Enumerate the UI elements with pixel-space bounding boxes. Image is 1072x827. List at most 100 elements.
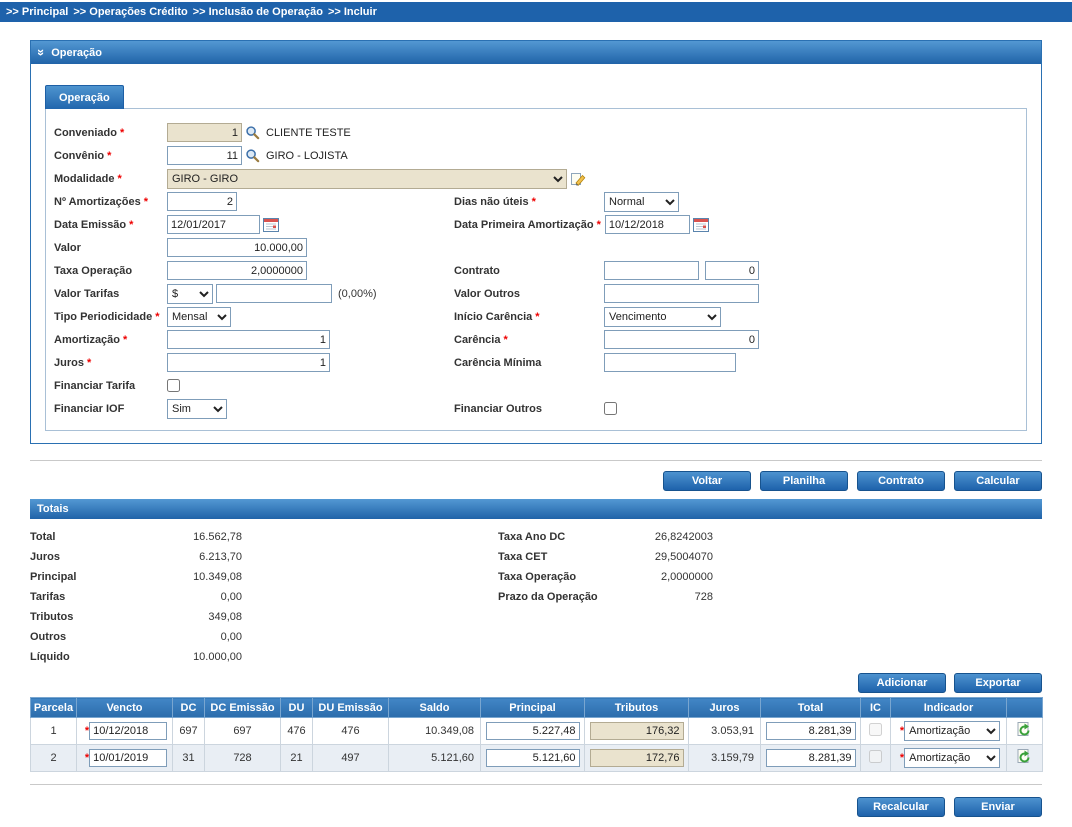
totals-label: Total [30, 531, 56, 543]
planilha-button[interactable]: Planilha [760, 471, 848, 491]
col-header-du: DU [280, 697, 313, 718]
conveniado-label: Conveniado [54, 126, 117, 139]
data-emissao-input[interactable] [167, 215, 260, 234]
data-emissao-calendar-icon[interactable] [263, 217, 279, 232]
required-marker: * [596, 218, 601, 231]
modalidade-select[interactable]: GIRO - GIRO [167, 168, 567, 189]
dias-nao-uteis-select[interactable]: Normal [604, 191, 679, 212]
valor-label: Valor [54, 241, 81, 254]
totals-value: 728 [694, 591, 713, 603]
required-marker: * [503, 333, 508, 346]
indicador-select[interactable]: Amortização [904, 748, 1001, 768]
row-recalculate-icon[interactable] [1016, 721, 1033, 738]
taxa-operacao-input[interactable] [167, 261, 307, 280]
valor-outros-input[interactable] [604, 284, 759, 303]
financiar-outros-checkbox[interactable] [604, 402, 617, 415]
breadcrumb: >> Principal >> Operações Crédito >> Inc… [0, 2, 1072, 22]
valor-tarifas-input[interactable] [216, 284, 332, 303]
inicio-carencia-select[interactable]: Vencimento [604, 306, 721, 327]
amortizacao-input[interactable] [167, 330, 330, 349]
valor-input[interactable] [167, 238, 307, 257]
financiar-iof-select[interactable]: Sim [167, 398, 227, 419]
col-header-indicador: Indicador [890, 697, 1007, 718]
conveniado-input [167, 123, 242, 142]
contrato-input-1[interactable] [604, 261, 699, 280]
du-emissao-cell: 476 [312, 717, 389, 745]
divider [30, 460, 1042, 461]
operacao-form: Conveniado* CLIENTE TESTE Convênio* [45, 108, 1027, 431]
footer-actions: Recalcular Enviar [30, 797, 1042, 817]
enviar-button[interactable]: Enviar [954, 797, 1042, 817]
row-amortizacao-carencia: Amortização* Carência* [54, 328, 1018, 351]
juros-cell: 3.053,91 [688, 717, 761, 745]
carencia-minima-label: Carência Mínima [454, 356, 542, 369]
carencia-label: Carência [454, 333, 501, 346]
breadcrumb-item-inclusao-de-operacao[interactable]: >> Inclusão de Operação [193, 6, 323, 18]
contrato-button[interactable]: Contrato [857, 471, 945, 491]
valor-outros-label: Valor Outros [454, 287, 521, 300]
carencia-minima-input[interactable] [604, 353, 736, 372]
row-amortizacoes-dias: Nº Amortizações* Dias não úteis* Normal [54, 190, 1018, 213]
contrato-input-2[interactable] [705, 261, 759, 280]
modalidade-edit-icon[interactable] [570, 171, 586, 187]
total-input[interactable] [765, 749, 856, 767]
voltar-button[interactable]: Voltar [663, 471, 751, 491]
juros-input[interactable] [167, 353, 330, 372]
required-marker: * [119, 126, 125, 139]
parcela-cell: 1 [30, 717, 77, 745]
indicador-select[interactable]: Amortização [904, 721, 1001, 741]
financiar-tarifa-checkbox[interactable] [167, 379, 180, 392]
recalcular-button[interactable]: Recalcular [857, 797, 945, 817]
tipo-periodicidade-select[interactable]: Mensal [167, 306, 231, 327]
panel-header: » Operação [31, 41, 1041, 64]
collapse-icon[interactable]: » [34, 49, 49, 56]
col-header-vencto: Vencto [76, 697, 173, 718]
row-financiar-iof-outros: Financiar IOF Sim Financiar Outros [54, 397, 1018, 420]
vencto-input[interactable] [89, 749, 168, 767]
valor-tarifas-currency-select[interactable]: $ [167, 283, 213, 304]
dc-cell: 697 [172, 717, 205, 745]
num-amortizacoes-input[interactable] [167, 192, 237, 211]
vencto-input[interactable] [89, 722, 168, 740]
data-primeira-amortizacao-calendar-icon[interactable] [692, 217, 709, 232]
row-valor: Valor [54, 236, 1018, 259]
principal-input[interactable] [485, 749, 580, 767]
exportar-button[interactable]: Exportar [954, 673, 1042, 693]
totals-header: Totais [30, 499, 1042, 519]
totals-value: 6.213,70 [199, 551, 242, 563]
data-primeira-amortizacao-input[interactable] [604, 215, 690, 234]
calcular-button[interactable]: Calcular [954, 471, 1042, 491]
col-header-juros: Juros [688, 697, 761, 718]
required-marker: * [143, 195, 149, 208]
adicionar-button[interactable]: Adicionar [858, 673, 946, 693]
tributos-input [589, 749, 684, 767]
du-cell: 21 [280, 744, 313, 772]
breadcrumb-item-operacoes-credito[interactable]: >> Operações Crédito [73, 6, 187, 18]
row-recalculate-icon[interactable] [1016, 748, 1033, 765]
row-tarifas-outros: Valor Tarifas $ (0,00%) Valor Outros [54, 282, 1018, 305]
table-row: 2 * 31 728 21 497 5.121,60 3.159,79 *Amo… [30, 744, 1043, 772]
convenio-search-icon[interactable] [245, 148, 260, 163]
valor-tarifas-label: Valor Tarifas [54, 287, 120, 300]
conveniado-search-icon[interactable] [245, 125, 260, 140]
totals-label: Tributos [30, 611, 74, 623]
row-convenio: Convênio* GIRO - LOJISTA [54, 144, 1018, 167]
dias-nao-uteis-label: Dias não úteis [454, 195, 529, 208]
breadcrumb-item-incluir[interactable]: >> Incluir [328, 6, 377, 18]
required-marker: * [129, 218, 134, 231]
principal-input[interactable] [485, 722, 580, 740]
carencia-input[interactable] [604, 330, 759, 349]
breadcrumb-item-principal[interactable]: >> Principal [6, 6, 68, 18]
total-input[interactable] [765, 722, 856, 740]
dc-emissao-cell: 697 [204, 717, 281, 745]
convenio-input[interactable] [167, 146, 242, 165]
tab-operacao[interactable]: Operação [45, 85, 124, 109]
totals-label: Taxa CET [498, 551, 548, 563]
required-marker: * [155, 310, 160, 323]
totals-label: Líquido [30, 651, 70, 663]
totals-value: 26,8242003 [654, 531, 713, 543]
saldo-cell: 5.121,60 [388, 744, 481, 772]
convenio-label: Convênio [54, 149, 105, 162]
du-emissao-cell: 497 [312, 744, 389, 772]
totals-value: 29,5004070 [654, 551, 713, 563]
